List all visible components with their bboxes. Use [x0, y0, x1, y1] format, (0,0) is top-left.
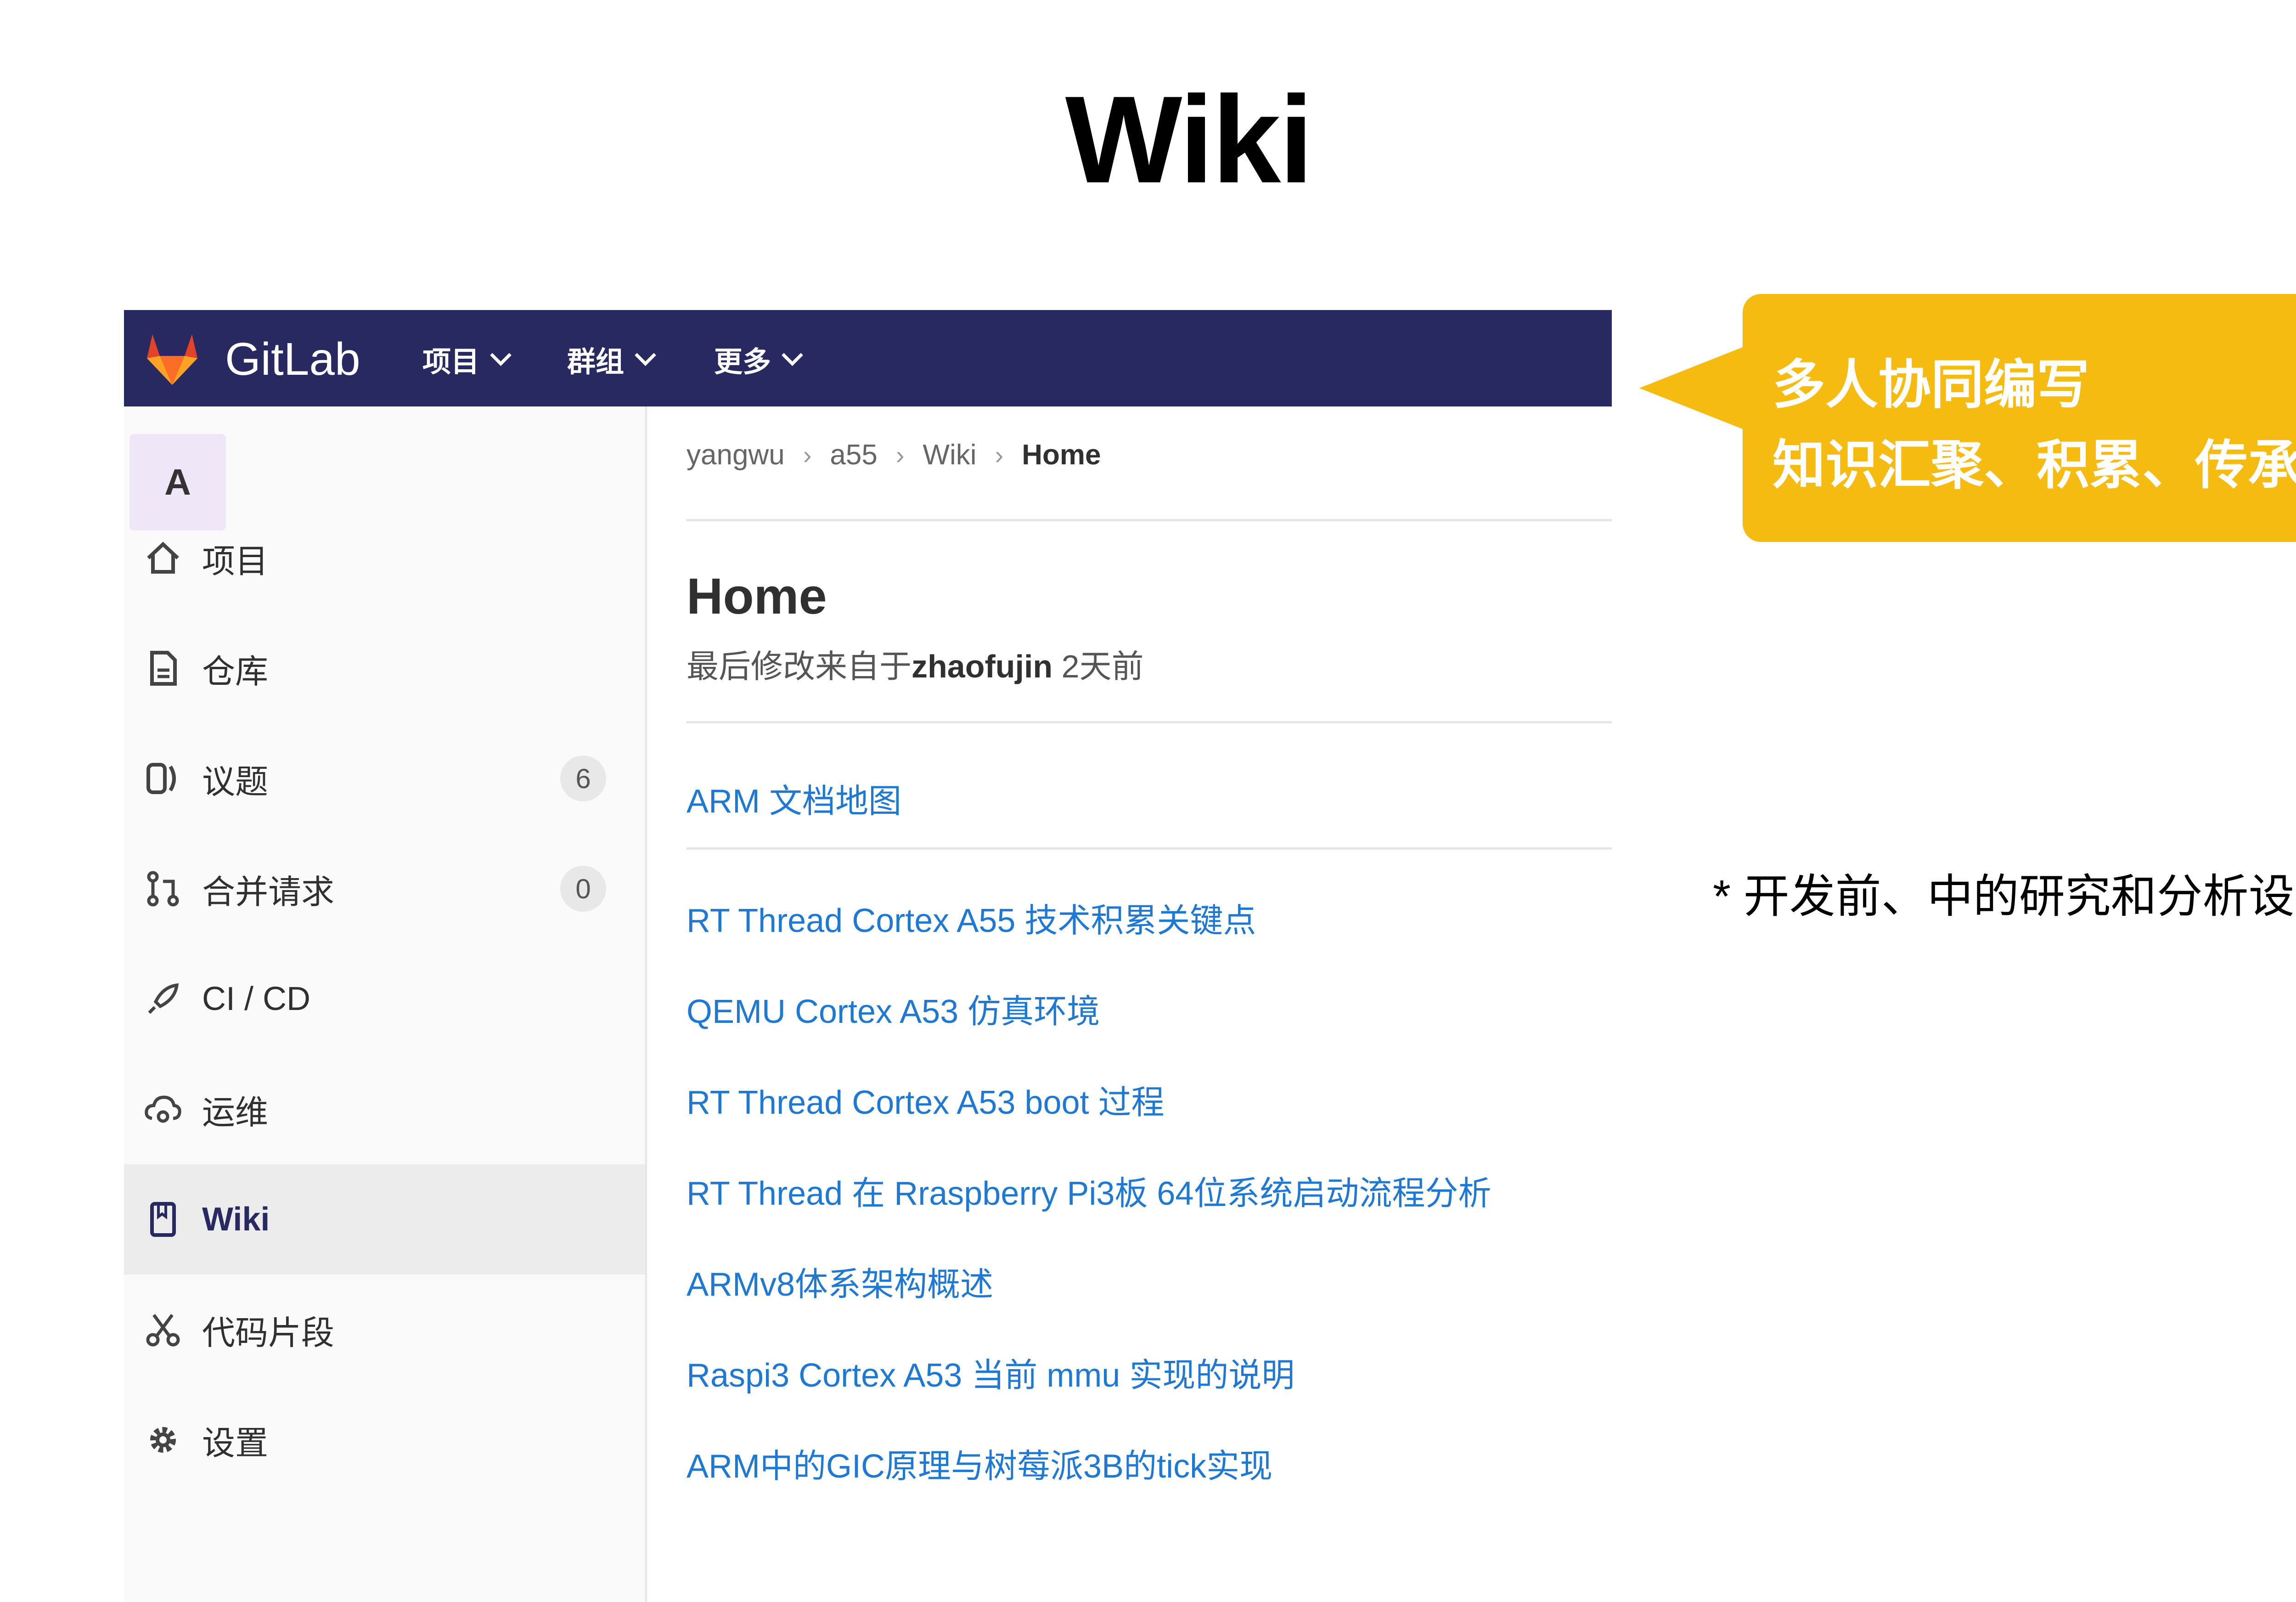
brand-name[interactable]: GitLab — [225, 333, 360, 386]
divider — [687, 847, 1612, 850]
sidebar: A 项目 仓库 议题 6 合并请求 0 CI / CD 运维 Wiki 代码片段… — [124, 406, 647, 1602]
scissors-icon — [142, 1309, 184, 1350]
sidebar-item-project[interactable]: 项目 — [124, 503, 645, 613]
last-edited-meta: 最后修改来自于zhaofujin 2天前 — [687, 641, 1144, 687]
wiki-link[interactable]: ARM中的GIC原理与树莓派3B的tick实现 — [687, 1439, 1272, 1487]
top-navbar: GitLab 项目 群组 更多 — [124, 310, 1612, 406]
sidebar-item-repository[interactable]: 仓库 — [124, 613, 645, 723]
meta-time: 2天前 — [1052, 649, 1144, 684]
nav-more[interactable]: 更多 — [714, 338, 803, 380]
chevron-right-icon: › — [895, 440, 905, 469]
wiki-link[interactable]: ARMv8体系架构概述 — [687, 1257, 993, 1305]
slide-title: Wiki — [1065, 71, 1314, 209]
breadcrumb-item[interactable]: yangwu — [687, 439, 785, 471]
issues-icon — [142, 758, 184, 799]
meta-author[interactable]: zhaofujin — [912, 649, 1052, 684]
document-icon — [142, 648, 184, 689]
book-icon — [142, 1199, 184, 1240]
sidebar-item-label: 议题 — [202, 763, 269, 801]
nav-projects[interactable]: 项目 — [422, 338, 512, 380]
breadcrumb-item[interactable]: a55 — [830, 439, 877, 471]
nav-groups[interactable]: 群组 — [567, 338, 656, 380]
side-note: * 开发前、中的研究和分析设计 — [1713, 871, 2296, 922]
wiki-link[interactable]: QEMU Cortex A53 仿真环境 — [687, 984, 1100, 1032]
sidebar-item-merge-requests[interactable]: 合并请求 0 — [124, 834, 645, 944]
sidebar-item-ci-cd[interactable]: CI / CD — [124, 944, 645, 1054]
divider — [687, 519, 1612, 521]
sidebar-item-label: 设置 — [202, 1425, 269, 1462]
wiki-link[interactable]: RT Thread 在 Rraspberry Pi3板 64位系统启动流程分析 — [687, 1166, 1491, 1214]
meta-prefix: 最后修改来自于 — [687, 649, 912, 684]
gitlab-logo-icon[interactable] — [142, 331, 202, 386]
breadcrumb-item[interactable]: Wiki — [923, 439, 976, 471]
sidebar-item-label: 运维 — [202, 1094, 269, 1131]
breadcrumb: yangwu › a55 › Wiki › Home — [687, 439, 1101, 471]
sidebar-item-label: CI / CD — [202, 981, 311, 1017]
callout-box: 多人协同编写 知识汇聚、积累、传承 — [1743, 294, 2296, 542]
nav-projects-label: 项目 — [422, 346, 480, 378]
sidebar-item-snippets[interactable]: 代码片段 — [124, 1275, 645, 1385]
sidebar-item-wiki[interactable]: Wiki — [124, 1164, 645, 1275]
sidebar-item-label: 项目 — [202, 543, 269, 580]
chevron-down-icon — [490, 344, 512, 366]
sidebar-item-operations[interactable]: 运维 — [124, 1054, 645, 1164]
callout-line-2: 知识汇聚、积累、传承 — [1773, 436, 2296, 495]
sidebar-item-label: Wiki — [202, 1201, 270, 1238]
wiki-link[interactable]: RT Thread Cortex A53 boot 过程 — [687, 1075, 1165, 1123]
callout-pointer — [1639, 344, 1750, 432]
chevron-right-icon: › — [803, 440, 812, 469]
issues-count-badge: 6 — [560, 756, 606, 801]
sidebar-item-label: 仓库 — [202, 653, 269, 690]
merge-request-icon — [142, 868, 184, 909]
wiki-link[interactable]: Raspi3 Cortex A53 当前 mmu 实现的说明 — [687, 1348, 1294, 1396]
callout-line-1: 多人协同编写 — [1773, 355, 2090, 414]
wiki-link[interactable]: ARM 文档地图 — [687, 774, 901, 822]
sidebar-item-label: 代码片段 — [202, 1314, 335, 1352]
sidebar-item-settings[interactable]: 设置 — [124, 1385, 645, 1495]
gitlab-window: GitLab 项目 群组 更多 A 项目 仓库 议题 6 合并请求 0 CI /… — [124, 310, 1612, 1602]
sidebar-item-issues[interactable]: 议题 6 — [124, 723, 645, 834]
chevron-down-icon — [782, 344, 803, 366]
gear-icon — [142, 1419, 184, 1461]
home-icon — [142, 537, 184, 579]
nav-more-label: 更多 — [714, 346, 771, 378]
divider — [687, 721, 1612, 723]
breadcrumb-current[interactable]: Home — [1022, 439, 1101, 471]
chevron-right-icon: › — [995, 440, 1004, 469]
rocket-icon — [142, 978, 184, 1020]
merge-requests-count-badge: 0 — [560, 866, 606, 912]
sidebar-item-label: 合并请求 — [202, 874, 335, 911]
page-title: Home — [687, 568, 827, 625]
wiki-link[interactable]: RT Thread Cortex A55 技术积累关键点 — [687, 893, 1256, 942]
cloud-gear-icon — [142, 1089, 184, 1130]
nav-groups-label: 群组 — [567, 346, 625, 378]
chevron-down-icon — [635, 344, 656, 366]
